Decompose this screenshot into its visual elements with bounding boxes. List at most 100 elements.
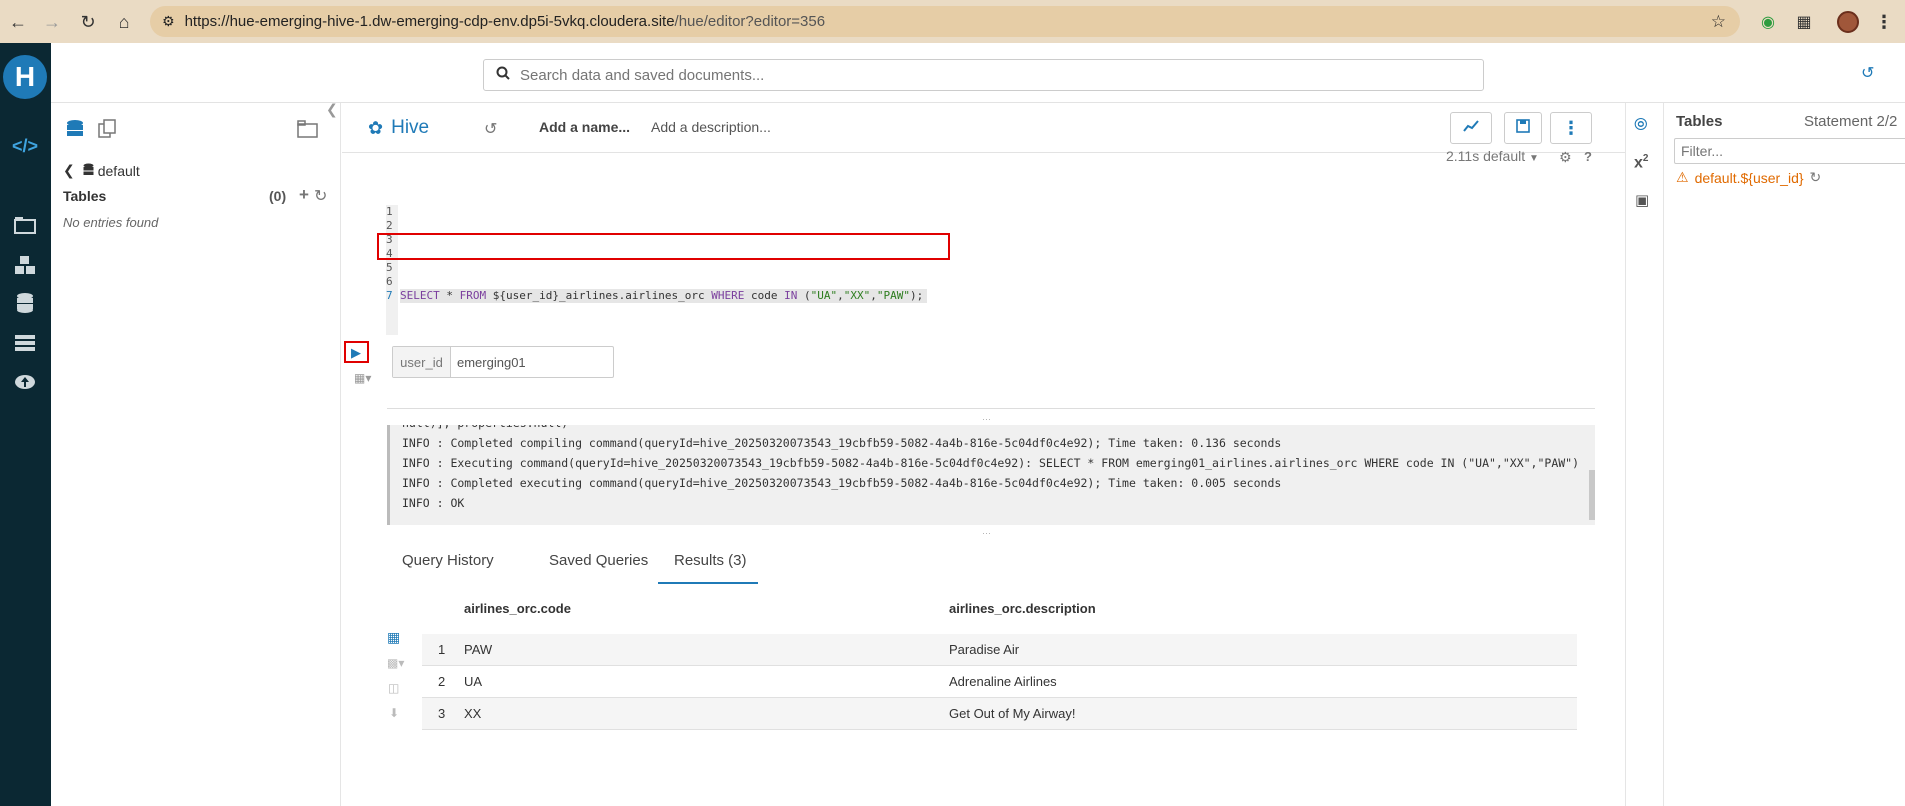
- database-icon[interactable]: [12, 291, 38, 315]
- functions-icon[interactable]: x2: [1634, 153, 1648, 172]
- cell-code[interactable]: PAW: [464, 632, 949, 666]
- results-table: airlines_orc.code airlines_orc.descripti…: [422, 585, 1577, 730]
- refresh-icon[interactable]: ↻: [1810, 169, 1822, 186]
- url-path: /hue/editor?editor=356: [674, 13, 826, 30]
- query-description-field[interactable]: Add a description...: [651, 119, 771, 135]
- cell-description[interactable]: Get Out of My Airway!: [949, 696, 1577, 730]
- back-chevron-icon[interactable]: ❮: [63, 162, 75, 179]
- sql-token: );: [910, 289, 924, 302]
- chart-view-icon[interactable]: ▩▾: [387, 656, 404, 670]
- extensions-puzzle-icon[interactable]: ▦: [1790, 8, 1818, 36]
- more-options-button[interactable]: ⋮: [1550, 112, 1592, 144]
- chart-icon: [1463, 119, 1479, 138]
- engine-name: Hive: [391, 117, 430, 138]
- top-header: ↺: [51, 43, 1905, 103]
- sql-assist-icon[interactable]: [63, 117, 87, 141]
- files-assist-icon[interactable]: [296, 117, 320, 141]
- more-vertical-icon: ⋮: [1562, 117, 1580, 138]
- save-button[interactable]: [1504, 112, 1542, 144]
- site-info-icon[interactable]: ⚙: [162, 13, 175, 30]
- grid-view-icon[interactable]: ▦: [387, 629, 400, 646]
- columns-icon[interactable]: ◫: [388, 681, 399, 695]
- log-scrollbar[interactable]: [1589, 470, 1595, 520]
- sql-keyword: FROM: [459, 289, 487, 302]
- database-breadcrumb[interactable]: ❮ default: [63, 162, 140, 179]
- result-tabs: Query History Saved Queries Results (3): [387, 548, 1595, 584]
- tab-results[interactable]: Results (3): [658, 548, 758, 584]
- sql-query-line[interactable]: SELECT * FROM ${user_id}_airlines.airlin…: [400, 289, 928, 303]
- cell-description[interactable]: Adrenaline Airlines: [949, 664, 1577, 698]
- line-number: 2: [386, 219, 393, 232]
- column-header[interactable]: airlines_orc.description: [949, 585, 1577, 633]
- query-name-field[interactable]: Add a name...: [539, 119, 630, 135]
- editor-code-icon[interactable]: </>: [12, 134, 38, 158]
- sql-table-ref: ${user_id}_airlines.airlines_orc: [486, 289, 712, 302]
- tables-list-icon[interactable]: [12, 331, 38, 355]
- history-icon[interactable]: ↺: [1861, 63, 1874, 83]
- log-line: INFO : Completed executing command(query…: [402, 476, 1282, 490]
- bookmark-star-icon[interactable]: ☆: [1711, 12, 1726, 32]
- statement-indicator: Statement 2/2: [1804, 113, 1898, 130]
- resize-handle[interactable]: ···: [982, 414, 991, 424]
- global-search-box[interactable]: [483, 59, 1484, 91]
- help-icon[interactable]: ?: [1584, 149, 1592, 164]
- browser-menu-icon[interactable]: ⋮: [1870, 8, 1898, 36]
- log-line: null)], properties:null): [402, 425, 1595, 433]
- tab-query-history[interactable]: Query History: [402, 548, 494, 584]
- resize-handle[interactable]: ···: [982, 528, 991, 538]
- line-number: 5: [386, 261, 393, 274]
- language-reference-book-icon[interactable]: ▣: [1635, 191, 1649, 209]
- snippet-dropdown-icon[interactable]: ▦▾: [354, 371, 371, 385]
- row-number: 1: [422, 632, 464, 666]
- sql-code-editor[interactable]: 1 2 3 4 5 6 7 SELECT * FROM ${user_id}_a…: [386, 205, 928, 335]
- documents-folder-icon[interactable]: [12, 213, 38, 237]
- tables-filter-input[interactable]: [1674, 138, 1905, 164]
- engine-selector[interactable]: ✿ Hive: [368, 117, 429, 139]
- warning-table-item[interactable]: ⚠ default.${user_id} ↻: [1676, 169, 1821, 186]
- address-bar[interactable]: ⚙ https://hue-emerging-hive-1.dw-emergin…: [150, 6, 1740, 37]
- add-table-icon[interactable]: +: [299, 185, 309, 205]
- jobs-cubes-icon[interactable]: [12, 253, 38, 277]
- table-row[interactable]: 3 XX Get Out of My Airway!: [422, 696, 1577, 730]
- chart-button[interactable]: [1450, 112, 1492, 144]
- log-line: INFO : OK: [402, 496, 465, 510]
- home-icon[interactable]: ⌂: [108, 6, 140, 38]
- refresh-tables-icon[interactable]: ↻: [314, 186, 327, 206]
- cell-description[interactable]: Paradise Air: [949, 632, 1577, 666]
- row-number-header: [422, 585, 464, 633]
- cell-code[interactable]: UA: [464, 664, 949, 698]
- variable-value-input[interactable]: emerging01: [451, 347, 613, 377]
- hue-logo[interactable]: H: [3, 55, 47, 99]
- hive-bee-icon: ✿: [368, 117, 384, 138]
- warning-table-name: default.${user_id}: [1694, 169, 1804, 186]
- collapse-panel-icon[interactable]: ❮: [326, 101, 338, 118]
- column-header[interactable]: airlines_orc.code: [464, 585, 949, 633]
- sql-string: "UA": [810, 289, 838, 302]
- editor-gutter: 1 2 3 4 5 6 7: [386, 205, 398, 335]
- execution-info[interactable]: 2.11s default ▼: [1446, 148, 1539, 164]
- row-number: 2: [422, 664, 464, 698]
- variable-user-id: user_id emerging01: [392, 346, 614, 378]
- sql-keyword: WHERE: [711, 289, 745, 302]
- cell-code[interactable]: XX: [464, 696, 949, 730]
- download-icon[interactable]: ⬇: [389, 706, 399, 720]
- sql-keyword: SELECT: [400, 289, 440, 302]
- query-history-icon[interactable]: ↺: [484, 119, 497, 139]
- reload-icon[interactable]: ↻: [72, 6, 104, 38]
- sql-token: ,: [870, 289, 877, 302]
- compass-icon[interactable]: ⦾: [1634, 115, 1648, 135]
- extension-eye-icon[interactable]: ◉: [1754, 8, 1782, 36]
- back-icon[interactable]: ←: [2, 6, 34, 38]
- profile-avatar[interactable]: [1834, 8, 1862, 36]
- upload-cloud-icon[interactable]: [12, 369, 38, 393]
- table-row[interactable]: 2 UA Adrenaline Airlines: [422, 664, 1577, 698]
- run-query-play-icon[interactable]: ▶: [351, 345, 361, 361]
- line-number: 6: [386, 275, 393, 288]
- global-search-input[interactable]: [520, 66, 1420, 84]
- documents-assist-icon[interactable]: [95, 117, 119, 141]
- forward-icon[interactable]: →: [36, 6, 68, 38]
- execution-info-text: 2.11s default: [1446, 148, 1526, 164]
- settings-gear-icon[interactable]: ⚙: [1559, 149, 1572, 166]
- table-row[interactable]: 1 PAW Paradise Air: [422, 632, 1577, 666]
- tab-saved-queries[interactable]: Saved Queries: [549, 548, 648, 584]
